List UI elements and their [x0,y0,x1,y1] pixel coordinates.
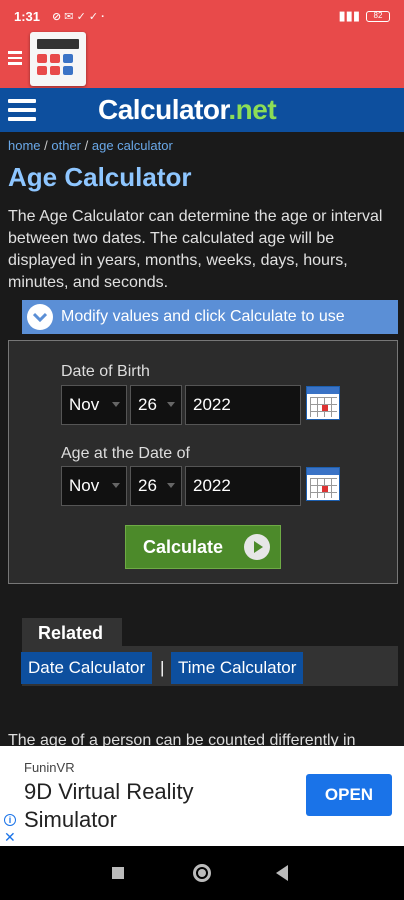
calculator-app-icon[interactable] [30,32,86,86]
breadcrumb-home[interactable]: home [8,138,41,153]
system-nav-bar [0,846,404,900]
dob-month-select[interactable]: Nov [61,385,127,425]
page-title: Age Calculator [8,162,192,192]
recents-icon[interactable] [112,867,124,879]
dob-calendar-icon[interactable] [306,386,340,420]
site-header: Calculator.net [0,88,404,132]
dob-year-input[interactable]: 2022 [185,385,301,425]
dob-day-select[interactable]: 26 [130,385,182,425]
at-year-input[interactable]: 2022 [185,466,301,506]
age-form: Date of Birth Nov 26 2022 Age at the Dat… [8,340,398,584]
ad-info-icon[interactable]: i [4,814,16,826]
battery-icon: 82 [366,10,390,22]
modify-values-bar[interactable]: Modify values and click Calculate to use [22,300,398,334]
date-calculator-link[interactable]: Date Calculator [21,652,153,684]
at-date-label: Age at the Date of [61,445,190,462]
back-icon[interactable] [276,865,288,881]
ad-title[interactable]: 9D Virtual Reality Simulator [24,778,274,834]
app-header [0,32,404,88]
related-heading: Related [22,618,122,648]
site-logo[interactable]: Calculator.net [98,94,277,126]
ad-close-icon[interactable]: ✕ [4,830,16,844]
ad-advertiser: FuninVR [24,760,75,775]
signal-icon: ▮▮▮ [338,8,360,23]
breadcrumb: home / other / age calculator [8,138,173,153]
related-separator: | [160,658,165,677]
status-bar: 1:31 ⊘ ✉ ✓ ✓ · ▮▮▮ 82 [0,0,404,32]
calculate-button[interactable]: Calculate [125,525,281,569]
status-time: 1:31 [14,8,41,24]
time-calculator-link[interactable]: Time Calculator [171,652,304,684]
intro-text: The Age Calculator can determine the age… [8,208,383,291]
page-content: home / other / age calculator Age Calcul… [0,132,404,754]
at-calendar-icon[interactable] [306,467,340,501]
at-month-select[interactable]: Nov [61,466,127,506]
at-day-select[interactable]: 26 [130,466,182,506]
notification-icons: ⊘ ✉ ✓ ✓ · [52,10,105,23]
play-icon [244,534,270,560]
breadcrumb-other[interactable]: other [51,138,81,153]
menu-icon[interactable] [8,99,36,121]
dob-label: Date of Birth [61,363,150,380]
ad-banner[interactable]: FuninVR 9D Virtual Reality Simulator OPE… [0,746,404,846]
home-icon[interactable] [193,864,211,882]
ad-open-button[interactable]: OPEN [306,774,392,816]
app-menu-icon[interactable] [8,48,24,68]
breadcrumb-current[interactable]: age calculator [92,138,173,153]
modify-values-text: Modify values and click Calculate to use [61,308,345,325]
chevron-down-icon [27,304,53,330]
